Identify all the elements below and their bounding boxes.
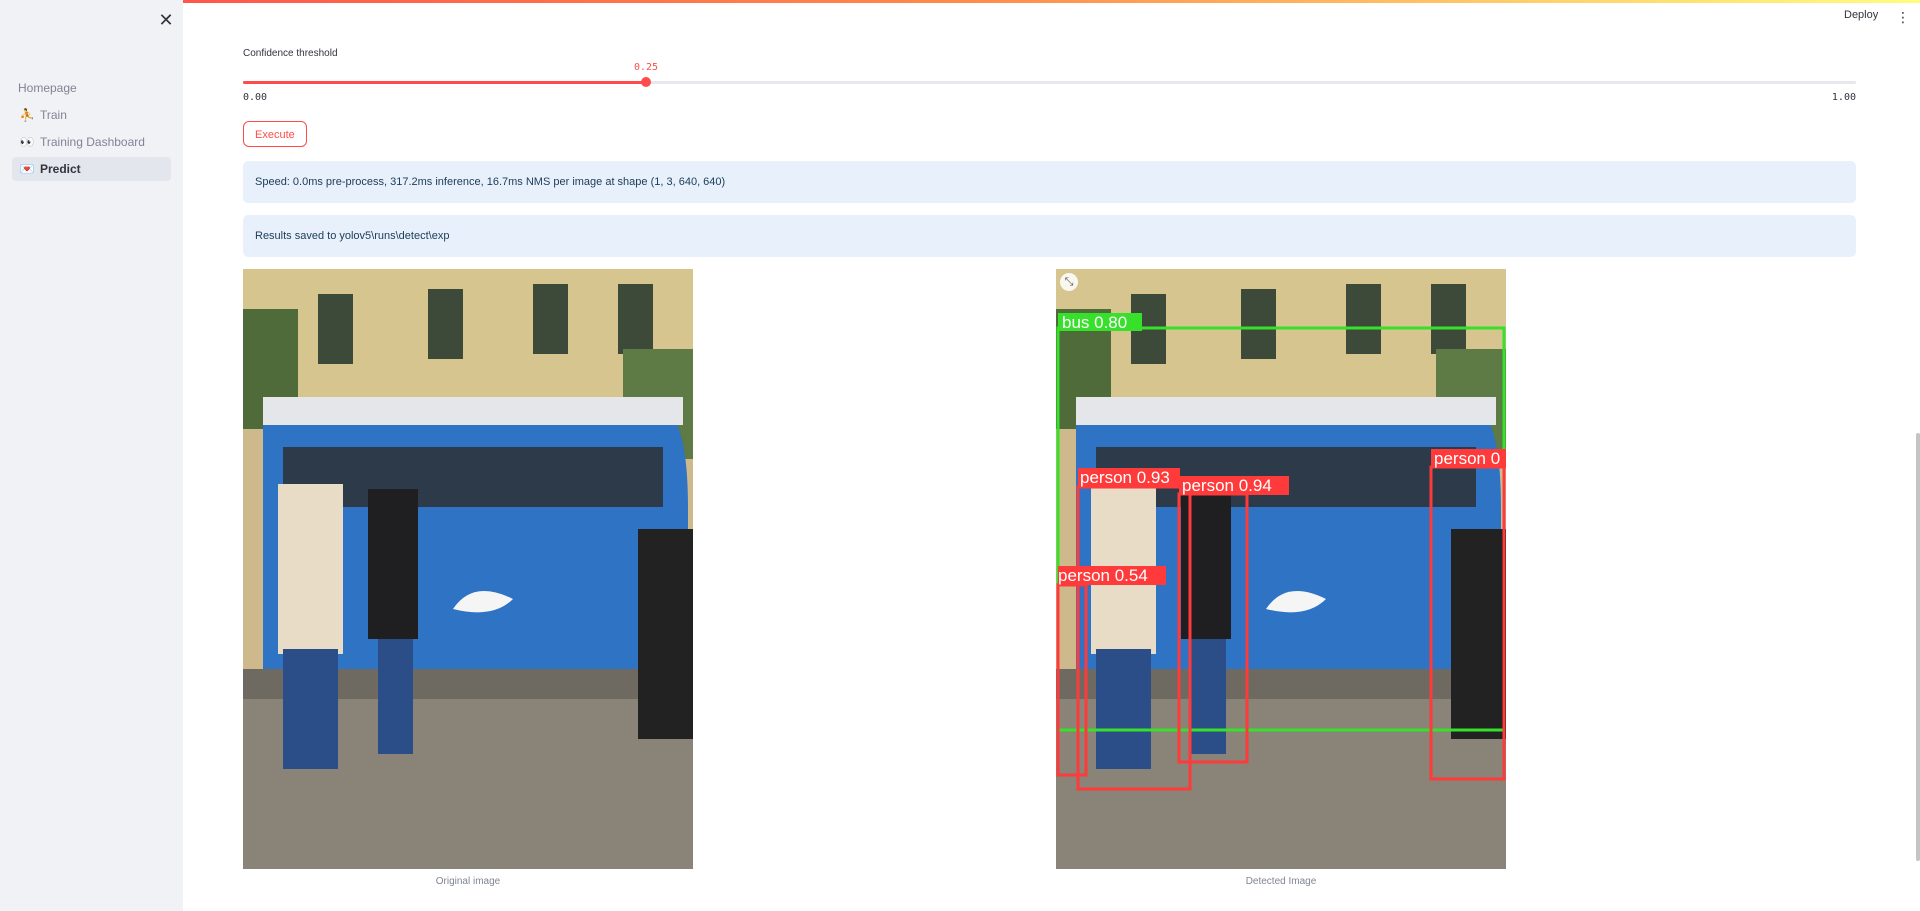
sidebar: ✕ Homepage ⛹ Train 👀 Training Dashboard … xyxy=(0,0,183,911)
detected-image: bus 0.80 person 0.93 person 0.94 person … xyxy=(1056,269,1506,869)
deploy-button[interactable]: Deploy xyxy=(1844,9,1878,21)
sidebar-item-label: Predict xyxy=(40,162,81,176)
slider-max-label: 1.00 xyxy=(1831,92,1856,103)
slider-handle[interactable] xyxy=(641,77,651,87)
slider-label: Confidence threshold xyxy=(243,48,338,59)
detection-label-person-3: person 0.54 xyxy=(1058,566,1148,585)
sidebar-item-training-dashboard[interactable]: 👀 Training Dashboard xyxy=(12,130,171,154)
slider-fill xyxy=(243,81,646,84)
slider-current-value: 0.25 xyxy=(634,62,659,73)
sidebar-item-homepage[interactable]: Homepage xyxy=(12,76,171,100)
sidebar-item-train[interactable]: ⛹ Train xyxy=(12,103,171,127)
close-sidebar-icon[interactable]: ✕ xyxy=(155,9,177,31)
original-image xyxy=(243,269,693,869)
sidebar-item-label: Homepage xyxy=(18,81,77,95)
detection-label-person-2: person 0.94 xyxy=(1182,476,1272,495)
original-image-caption: Original image xyxy=(435,876,501,887)
sidebar-nav: Homepage ⛹ Train 👀 Training Dashboard 💌 … xyxy=(12,76,171,184)
main-menu-icon[interactable]: ⋮ xyxy=(1896,8,1910,28)
confidence-slider[interactable] xyxy=(243,77,1856,87)
love-letter-icon: 💌 xyxy=(19,162,35,176)
slider-min-label: 0.00 xyxy=(243,92,268,103)
runner-icon: ⛹ xyxy=(19,108,35,122)
execute-button[interactable]: Execute xyxy=(243,121,307,147)
sidebar-item-label: Training Dashboard xyxy=(40,135,145,149)
fullscreen-expand-icon[interactable]: ⤡ xyxy=(1060,273,1078,291)
sidebar-item-predict[interactable]: 💌 Predict xyxy=(12,157,171,181)
top-decoration-bar xyxy=(0,0,1920,3)
page-scrollbar[interactable] xyxy=(1916,433,1920,861)
detected-image-caption: Detected Image xyxy=(1245,876,1317,887)
detection-label-person-4: person 0 xyxy=(1434,449,1500,468)
eyes-icon: 👀 xyxy=(19,135,35,149)
detection-label-bus: bus 0.80 xyxy=(1062,313,1127,332)
results-saved-alert: Results saved to yolov5\runs\detect\exp xyxy=(243,215,1856,257)
speed-info-alert: Speed: 0.0ms pre-process, 317.2ms infere… xyxy=(243,161,1856,203)
detection-label-person-1: person 0.93 xyxy=(1080,468,1170,487)
sidebar-item-label: Train xyxy=(40,108,67,122)
